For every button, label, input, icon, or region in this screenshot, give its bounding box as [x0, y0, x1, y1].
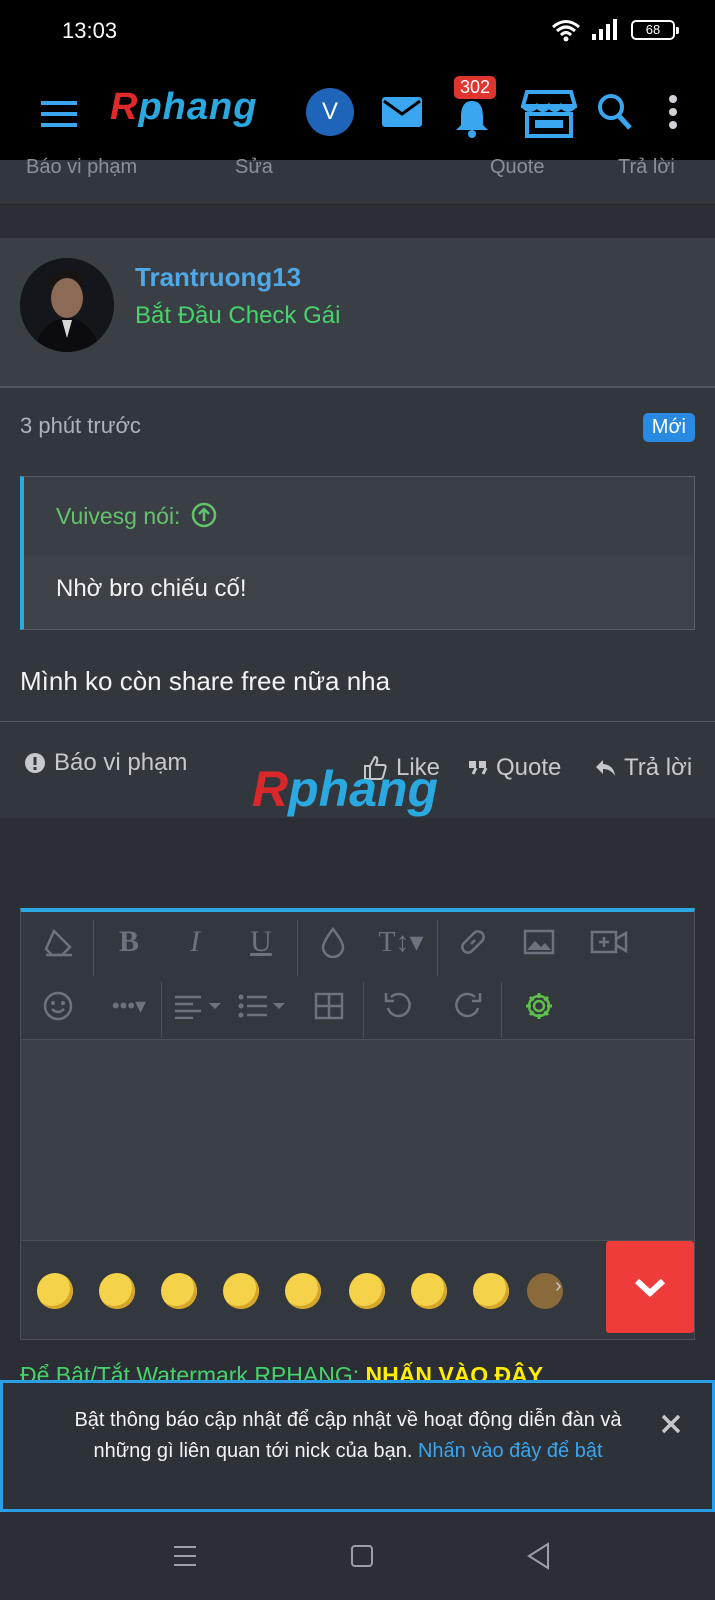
- video-icon[interactable]: [587, 920, 631, 964]
- previous-post-actions: Báo vi phạm Sửa Quote Trả lời: [0, 156, 715, 205]
- toolbar-divider: [437, 920, 438, 976]
- more-vert-icon[interactable]: [660, 90, 686, 134]
- reply-button[interactable]: Trả lời: [594, 754, 692, 782]
- report-button[interactable]: Báo vi phạm: [24, 749, 187, 777]
- site-logo[interactable]: Rphang: [110, 86, 257, 129]
- watermark-hint-cta[interactable]: NHẤN VÀO ĐÂY: [366, 1362, 544, 1382]
- toolbar-divider: [501, 982, 502, 1038]
- reply-icon: [596, 760, 615, 776]
- collapse-editor-button[interactable]: [606, 1241, 694, 1333]
- tongue-emoji-icon[interactable]: [285, 1273, 321, 1309]
- close-icon[interactable]: [660, 1413, 682, 1440]
- edit-link[interactable]: Sửa: [235, 156, 273, 179]
- enable-notifications-link[interactable]: Nhấn vào đây để bật: [418, 1440, 603, 1462]
- chevron-down-icon: [634, 1278, 666, 1298]
- underline-icon[interactable]: U: [239, 920, 283, 964]
- quote-label: Quote: [496, 754, 562, 781]
- battery-icon: 68: [631, 20, 679, 40]
- signal-icon: [592, 19, 617, 40]
- message-input-area[interactable]: [21, 1040, 694, 1240]
- emoji-bar: ›: [21, 1240, 694, 1340]
- store-icon[interactable]: [520, 86, 578, 142]
- status-bar: 13:03 68: [0, 0, 715, 68]
- report-label: Báo vi phạm: [54, 749, 188, 776]
- watermark-hint-text: Để Bật/Tắt Watermark RPHANG:: [20, 1362, 366, 1382]
- toolbar-divider: [161, 982, 162, 1038]
- post-timestamp[interactable]: 3 phút trước: [20, 413, 141, 439]
- undo-icon[interactable]: [377, 984, 421, 1028]
- cool-emoji-icon[interactable]: [473, 1273, 509, 1309]
- smiley-icon[interactable]: [36, 984, 80, 1028]
- menu-icon[interactable]: [36, 92, 82, 136]
- quote-author-label: Vuivesg nói:: [56, 503, 181, 529]
- quote-button[interactable]: Quote: [468, 754, 561, 782]
- image-icon[interactable]: [517, 920, 561, 964]
- worried-emoji-icon[interactable]: [349, 1273, 385, 1309]
- list-icon[interactable]: [235, 984, 291, 1028]
- quote-author[interactable]: Vuivesg nói:: [56, 502, 217, 530]
- quote-header: Vuivesg nói:: [24, 477, 694, 555]
- clear-format-icon[interactable]: [36, 920, 80, 964]
- quote-text: Nhờ bro chiếu cố!: [56, 575, 247, 602]
- bell-icon[interactable]: [450, 94, 494, 142]
- alert-icon: [25, 753, 45, 773]
- quote-block: Vuivesg nói: Nhờ bro chiếu cố!: [20, 476, 695, 630]
- post-message: Mình ko còn share free nữa nha: [20, 666, 391, 696]
- shocked-emoji-icon[interactable]: [411, 1273, 447, 1309]
- wifi-icon: [552, 20, 580, 42]
- link-icon[interactable]: [451, 920, 495, 964]
- new-badge: Mới: [642, 413, 695, 442]
- home-icon[interactable]: [350, 1544, 374, 1568]
- post-actions: Báo vi phạm Like Quote Trả lời Rphang: [0, 721, 715, 818]
- reply-editor: B I U T↕▾ •••▾ ›: [20, 908, 695, 1340]
- redo-icon[interactable]: [445, 984, 489, 1028]
- thinking-emoji-icon[interactable]: [223, 1273, 259, 1309]
- table-icon[interactable]: [307, 984, 351, 1028]
- align-icon[interactable]: [171, 984, 227, 1028]
- logo-text: phang: [138, 86, 258, 128]
- quote-icon: [469, 761, 488, 775]
- grin-emoji-icon[interactable]: [161, 1273, 197, 1309]
- watermark-logo: Rphang: [252, 760, 438, 818]
- reply-link[interactable]: Trả lời: [618, 156, 675, 179]
- wink-emoji-icon[interactable]: [99, 1273, 135, 1309]
- text-color-icon[interactable]: [311, 920, 355, 964]
- toolbar-divider: [363, 982, 364, 1038]
- toolbar-divider: [297, 920, 298, 976]
- watermark-text: phang: [288, 761, 439, 817]
- report-link[interactable]: Báo vi phạm: [26, 156, 137, 179]
- emoji-scroll-right-icon[interactable]: ›: [555, 1275, 562, 1298]
- italic-icon[interactable]: I: [173, 920, 217, 964]
- forum-post: Trantruong13 Bắt Đầu Check Gái 3 phút tr…: [0, 238, 715, 818]
- recent-apps-icon[interactable]: [172, 1544, 198, 1568]
- smile-emoji-icon[interactable]: [37, 1273, 73, 1309]
- post-author-name[interactable]: Trantruong13: [135, 262, 301, 293]
- post-author-title: Bắt Đầu Check Gái: [135, 302, 341, 329]
- user-avatar[interactable]: V: [306, 88, 354, 136]
- post-header: Trantruong13 Bắt Đầu Check Gái: [0, 238, 715, 388]
- editor-toolbar: B I U T↕▾ •••▾: [21, 912, 694, 1040]
- jump-to-quote-icon[interactable]: [191, 502, 217, 528]
- system-icons: 68: [551, 18, 679, 42]
- mail-icon[interactable]: [378, 90, 426, 134]
- top-navbar: Rphang V 302: [0, 68, 715, 160]
- settings-gear-icon[interactable]: [517, 984, 561, 1028]
- reply-label: Trả lời: [624, 754, 693, 781]
- more-options-icon[interactable]: •••▾: [99, 984, 159, 1028]
- push-notification-notice: Bật thông báo cập nhật để cập nhật về ho…: [0, 1380, 715, 1512]
- logo-r: R: [110, 86, 139, 128]
- watermark-r: R: [252, 761, 289, 817]
- notification-count-badge: 302: [454, 76, 497, 99]
- clock: 13:03: [62, 18, 118, 43]
- notice-text: Bật thông báo cập nhật để cập nhật về ho…: [43, 1405, 653, 1467]
- font-size-icon[interactable]: T↕▾: [369, 920, 433, 964]
- search-icon[interactable]: [594, 90, 636, 134]
- bold-icon[interactable]: B: [107, 920, 151, 964]
- system-navigation-bar: [0, 1512, 715, 1600]
- watermark-toggle-hint[interactable]: Để Bật/Tắt Watermark RPHANG: NHẤN VÀO ĐÂ…: [20, 1362, 543, 1382]
- author-avatar[interactable]: [20, 258, 114, 352]
- toolbar-divider: [93, 920, 94, 976]
- back-icon[interactable]: [526, 1542, 550, 1570]
- quote-link[interactable]: Quote: [490, 156, 544, 179]
